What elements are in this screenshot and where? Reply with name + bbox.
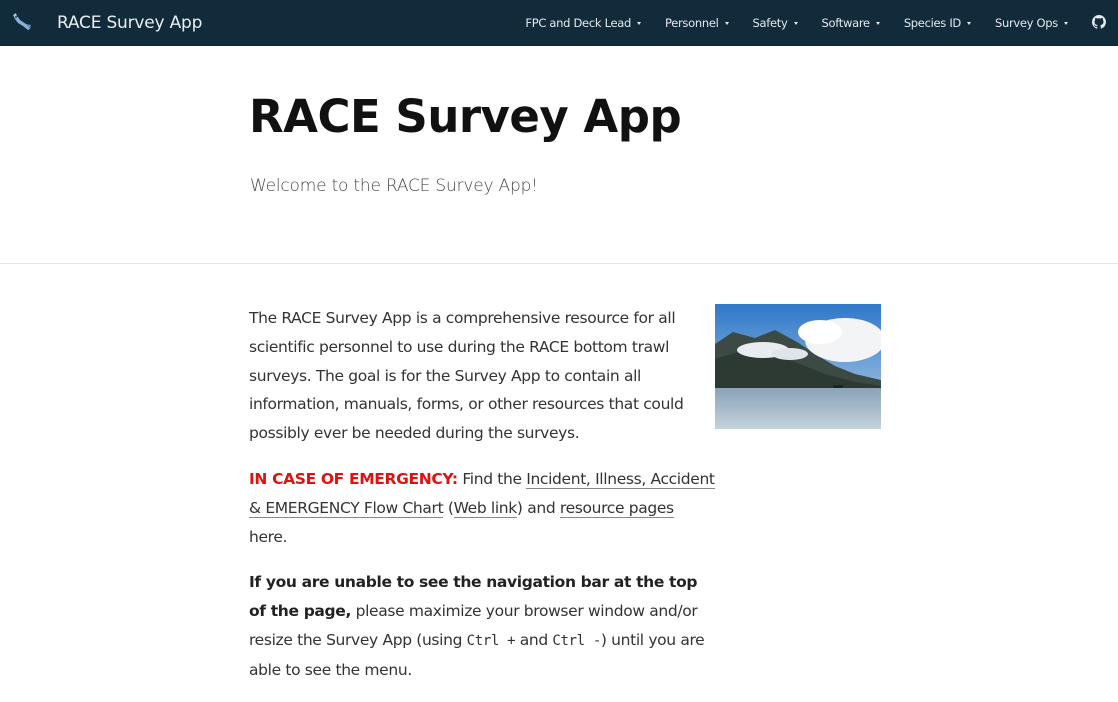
caret-down-icon	[966, 21, 971, 25]
menu-personnel[interactable]: Personnel	[653, 0, 741, 46]
resource-pages-link[interactable]: resource pages	[559, 498, 674, 518]
github-link[interactable]	[1080, 0, 1118, 46]
intro-paragraph: The RACE Survey App is a comprehensive r…	[249, 309, 684, 443]
caret-down-icon	[637, 21, 641, 25]
menu-label: Species ID	[903, 16, 961, 30]
menu-safety[interactable]: Safety	[741, 0, 810, 46]
menu-label: Survey Ops	[994, 16, 1058, 30]
web-link[interactable]: Web link	[453, 498, 517, 518]
brand-title: RACE Survey App	[57, 13, 203, 33]
menu-label: Safety	[752, 16, 788, 30]
navbar-note-paragraph: If you are unable to see the navigation …	[249, 568, 715, 684]
caret-down-icon	[724, 21, 729, 25]
caret-down-icon	[1064, 21, 1068, 25]
menu-survey-ops[interactable]: Survey Ops	[983, 0, 1080, 46]
caret-down-icon	[793, 21, 798, 25]
emergency-text: ) and	[516, 498, 560, 517]
emergency-text: Find the	[457, 469, 527, 488]
emergency-text: here.	[249, 527, 288, 546]
menu-label: Software	[821, 16, 871, 30]
landscape-photo	[715, 304, 881, 429]
menu-label: Personnel	[665, 16, 719, 30]
brand-link[interactable]: RACE Survey App	[0, 0, 202, 46]
page-title: RACE Survey App	[249, 90, 682, 143]
menu-species-id[interactable]: Species ID	[892, 0, 983, 46]
menu-software[interactable]: Software	[810, 0, 892, 46]
fish-icon	[10, 11, 34, 35]
emergency-paragraph: IN CASE OF EMERGENCY: Find the Incident,…	[249, 465, 715, 551]
navbar-note-text: and	[515, 630, 553, 649]
page-subtitle: Welcome to the RACE Survey App!	[250, 176, 538, 196]
emergency-label: IN CASE OF EMERGENCY:	[249, 469, 458, 488]
main-content: The RACE Survey App is a comprehensive r…	[249, 304, 715, 702]
navbar: RACE Survey App FPC and Deck Lead Person…	[0, 0, 1118, 46]
menu-fpc-deck-lead[interactable]: FPC and Deck Lead	[513, 0, 653, 46]
github-icon	[1092, 14, 1106, 33]
shortcut-ctrl-minus: Ctrl -	[552, 632, 601, 649]
shortcut-ctrl-plus: Ctrl +	[466, 632, 516, 649]
caret-down-icon	[875, 21, 880, 25]
emergency-text: (	[443, 498, 454, 517]
hero-section: RACE Survey App Welcome to the RACE Surv…	[0, 46, 1118, 264]
menu-label: FPC and Deck Lead	[525, 16, 631, 30]
nav-menu: FPC and Deck Lead Personnel Safety Softw…	[513, 0, 1118, 46]
